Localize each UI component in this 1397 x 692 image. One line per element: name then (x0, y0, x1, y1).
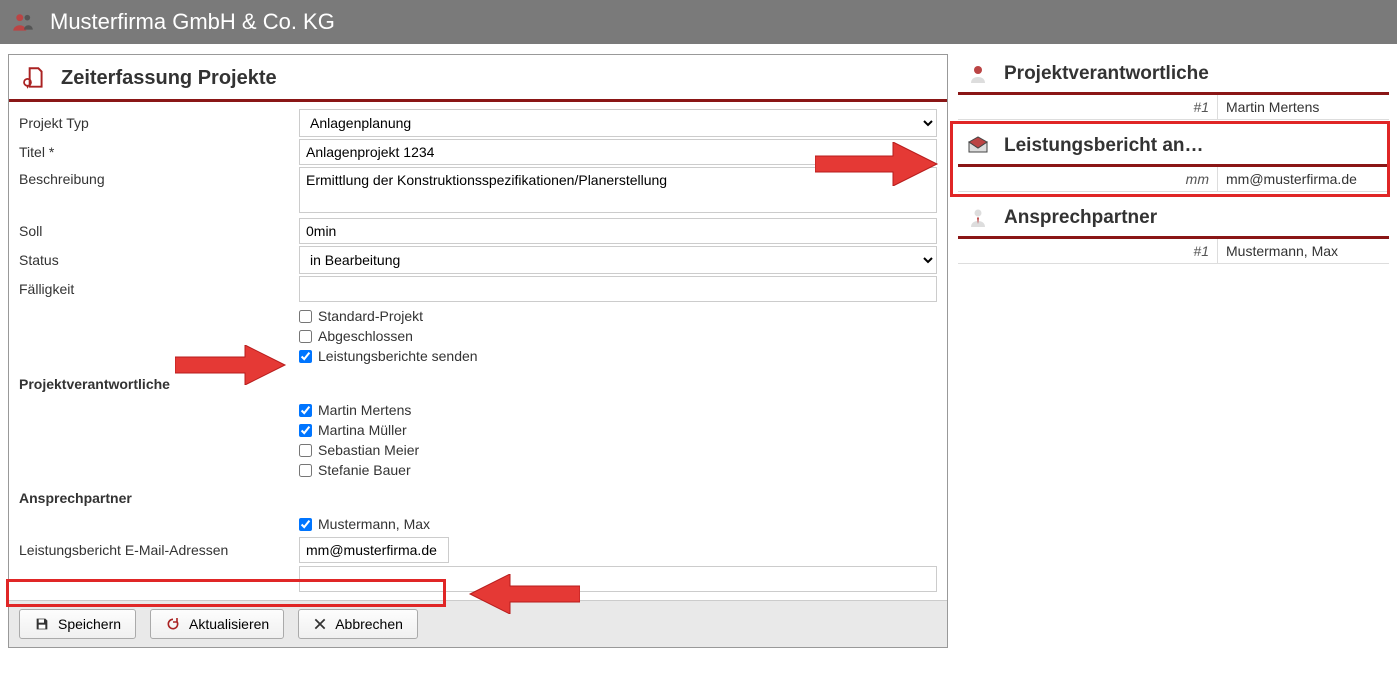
select-projekt-typ[interactable]: Anlagenplanung (299, 109, 937, 137)
input-soll[interactable] (299, 218, 937, 244)
panel-title: Zeiterfassung Projekte (61, 67, 277, 90)
side-header-ansprechpartner: Ansprechpartner (958, 198, 1389, 239)
label-beschreibung: Beschreibung (13, 167, 299, 191)
mail-icon (966, 134, 990, 158)
side-row: #1 Martin Mertens (958, 95, 1389, 120)
checkbox-person[interactable] (299, 464, 312, 477)
side-row-value: Martin Mertens (1218, 95, 1389, 119)
checkbox-leistungsberichte-label: Leistungsberichte senden (318, 348, 478, 364)
checkbox-abgeschlossen[interactable] (299, 330, 312, 343)
side-title-ansprechpartner: Ansprechpartner (1004, 207, 1157, 229)
label-status: Status (13, 248, 299, 272)
side-panel: Projektverantwortliche #1 Martin Mertens… (958, 54, 1389, 264)
side-row: mm mm@musterfirma.de (958, 167, 1389, 192)
checkbox-person[interactable] (299, 444, 312, 457)
save-button-label: Speichern (58, 616, 121, 632)
input-beschreibung[interactable]: Ermittlung der Konstruktionsspezifikatio… (299, 167, 937, 213)
side-row-code: mm (958, 167, 1218, 191)
side-row-num: #1 (958, 95, 1218, 119)
section-projektverantwortliche: Projektverantwortliche (13, 366, 943, 398)
side-title-leistungsbericht: Leistungsbericht an… (1004, 135, 1204, 157)
section-ansprechpartner: Ansprechpartner (13, 480, 943, 512)
checkbox-person-label: Martin Mertens (318, 402, 411, 418)
side-row: #1 Mustermann, Max (958, 239, 1389, 264)
input-email-extra[interactable] (299, 566, 937, 592)
checkbox-standard-projekt-label: Standard-Projekt (318, 308, 423, 324)
document-badge-icon (21, 65, 47, 91)
checkbox-person-label: Sebastian Meier (318, 442, 419, 458)
person-icon (966, 62, 990, 86)
save-button[interactable]: Speichern (19, 609, 136, 639)
side-row-email: mm@musterfirma.de (1218, 167, 1389, 191)
label-soll: Soll (13, 219, 299, 243)
save-icon (34, 616, 50, 632)
side-header-leistungsbericht: Leistungsbericht an… (958, 126, 1389, 167)
input-email[interactable] (299, 537, 449, 563)
label-faelligkeit: Fälligkeit (13, 277, 299, 301)
side-row-value: Mustermann, Max (1218, 239, 1389, 263)
input-titel[interactable] (299, 139, 937, 165)
company-title: Musterfirma GmbH & Co. KG (50, 9, 335, 35)
close-icon (313, 617, 327, 631)
checkbox-ansprechpartner-label: Mustermann, Max (318, 516, 430, 532)
refresh-button-label: Aktualisieren (189, 616, 269, 632)
people-icon (10, 9, 36, 35)
action-bar: Speichern Aktualisieren Abbrechen (9, 600, 947, 647)
checkbox-person-label: Stefanie Bauer (318, 462, 411, 478)
checkbox-leistungsberichte[interactable] (299, 350, 312, 363)
refresh-button[interactable]: Aktualisieren (150, 609, 284, 639)
checkbox-standard-projekt[interactable] (299, 310, 312, 323)
label-projekt-typ: Projekt Typ (13, 111, 299, 135)
checkbox-person-label: Martina Müller (318, 422, 407, 438)
app-top-bar: Musterfirma GmbH & Co. KG (0, 0, 1397, 44)
label-titel: Titel * (13, 140, 299, 164)
person-tie-icon (966, 206, 990, 230)
main-form-panel: Zeiterfassung Projekte Projekt Typ Anlag… (8, 54, 948, 648)
input-faelligkeit[interactable] (299, 276, 937, 302)
checkbox-abgeschlossen-label: Abgeschlossen (318, 328, 413, 344)
side-row-num: #1 (958, 239, 1218, 263)
side-header-verantwortliche: Projektverantwortliche (958, 54, 1389, 95)
select-status[interactable]: in Bearbeitung (299, 246, 937, 274)
checkbox-person[interactable] (299, 424, 312, 437)
checkbox-person[interactable] (299, 404, 312, 417)
cancel-button-label: Abbrechen (335, 616, 403, 632)
side-title-verantwortliche: Projektverantwortliche (1004, 63, 1209, 85)
label-email: Leistungsbericht E-Mail-Adressen (13, 538, 299, 562)
cancel-button[interactable]: Abbrechen (298, 609, 418, 639)
refresh-icon (165, 616, 181, 632)
panel-header: Zeiterfassung Projekte (9, 55, 947, 102)
checkbox-ansprechpartner[interactable] (299, 518, 312, 531)
